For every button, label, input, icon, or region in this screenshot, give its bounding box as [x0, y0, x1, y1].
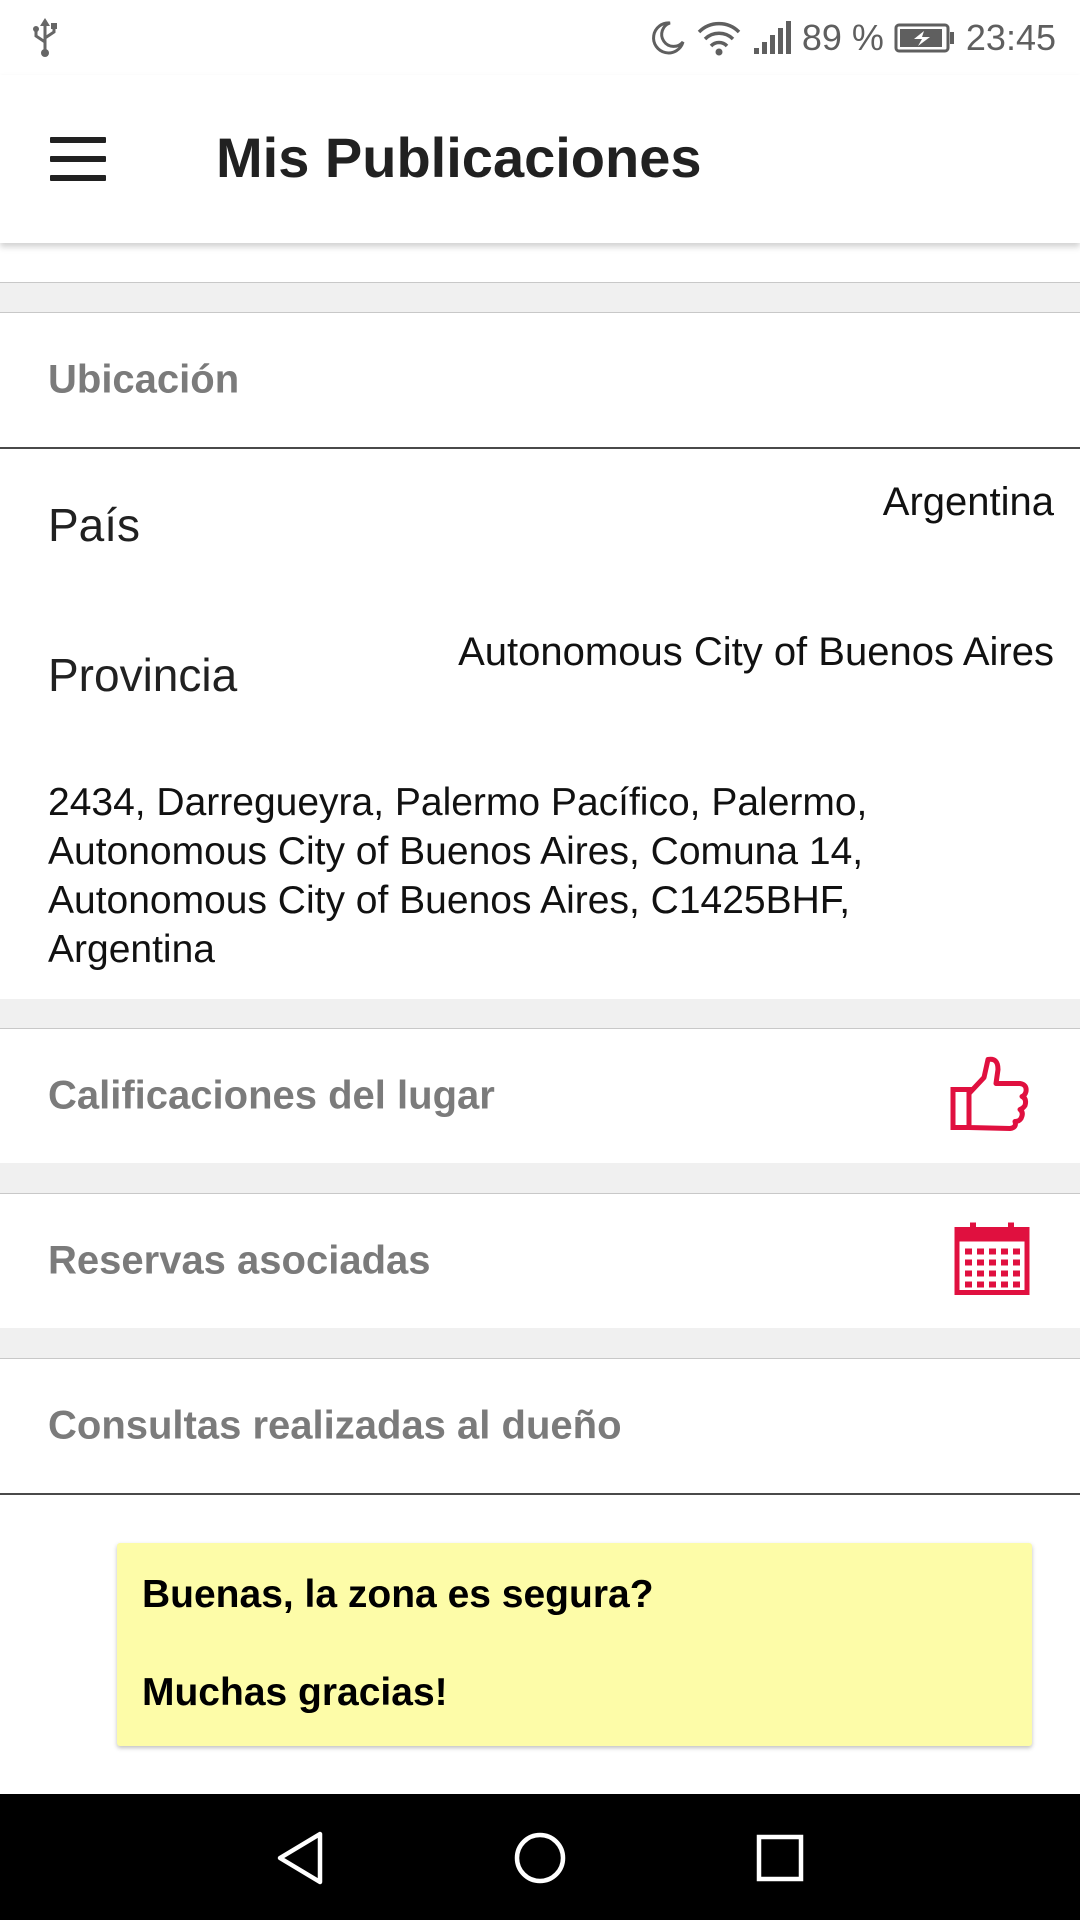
- home-icon[interactable]: [508, 1826, 572, 1890]
- status-bar: 89 % 23:45: [0, 0, 1080, 75]
- hamburger-menu-icon[interactable]: [50, 137, 106, 181]
- calificaciones-section[interactable]: Calificaciones del lugar: [0, 1029, 1080, 1163]
- signal-icon: [752, 20, 792, 56]
- address-line: Autonomous City of Buenos Aires, C1425BH…: [48, 879, 851, 922]
- navigation-bar: [0, 1794, 1080, 1920]
- section-separator: [0, 282, 1080, 312]
- moon-icon: [650, 20, 686, 56]
- reservas-label: Reservas asociadas: [48, 1238, 431, 1283]
- question-text: Muchas gracias!: [142, 1671, 448, 1714]
- calificaciones-label: Calificaciones del lugar: [48, 1073, 495, 1118]
- address-text: 2434, Darregueyra, Palermo Pacífico, Pal…: [48, 778, 1038, 974]
- address-line: 2434, Darregueyra, Palermo Pacífico, Pal…: [48, 781, 868, 824]
- divider: [0, 282, 1080, 283]
- calendar-icon[interactable]: [954, 1222, 1030, 1301]
- consultas-label: Consultas realizadas al dueño: [48, 1403, 622, 1448]
- question-card: Buenas, la zona es segura? Muchas gracia…: [117, 1543, 1032, 1746]
- battery-percent: 89 %: [801, 17, 884, 58]
- ubicacion-header-label: Ubicación: [48, 357, 240, 402]
- back-icon[interactable]: [268, 1826, 332, 1890]
- divider: [0, 447, 1080, 449]
- reservas-section[interactable]: Reservas asociadas: [0, 1194, 1080, 1328]
- address-line: Argentina: [48, 928, 215, 971]
- address-line: Autonomous City of Buenos Aires, Comuna …: [48, 830, 864, 873]
- recents-icon[interactable]: [748, 1826, 812, 1890]
- section-separator: [0, 1328, 1080, 1358]
- thumbs-up-icon[interactable]: [950, 1056, 1030, 1137]
- clock: 23:45: [965, 17, 1056, 58]
- pais-value: Argentina: [882, 480, 1054, 524]
- section-separator: [0, 1163, 1080, 1193]
- usb-icon: [30, 18, 60, 63]
- consultas-section-header[interactable]: Consultas realizadas al dueño: [0, 1359, 1080, 1493]
- ubicacion-section-header[interactable]: Ubicación: [0, 313, 1080, 447]
- divider: [0, 1493, 1080, 1495]
- provincia-label: Provincia: [48, 649, 238, 701]
- battery-charging-icon: [894, 22, 956, 54]
- section-separator: [0, 999, 1080, 1028]
- app-bar: Mis Publicaciones: [0, 75, 1080, 243]
- question-text: Buenas, la zona es segura?: [142, 1573, 654, 1616]
- provincia-value: Autonomous City of Buenos Aires: [458, 630, 1054, 674]
- pais-label: País: [48, 499, 141, 551]
- page-title: Mis Publicaciones: [216, 126, 702, 189]
- wifi-icon: [696, 20, 742, 56]
